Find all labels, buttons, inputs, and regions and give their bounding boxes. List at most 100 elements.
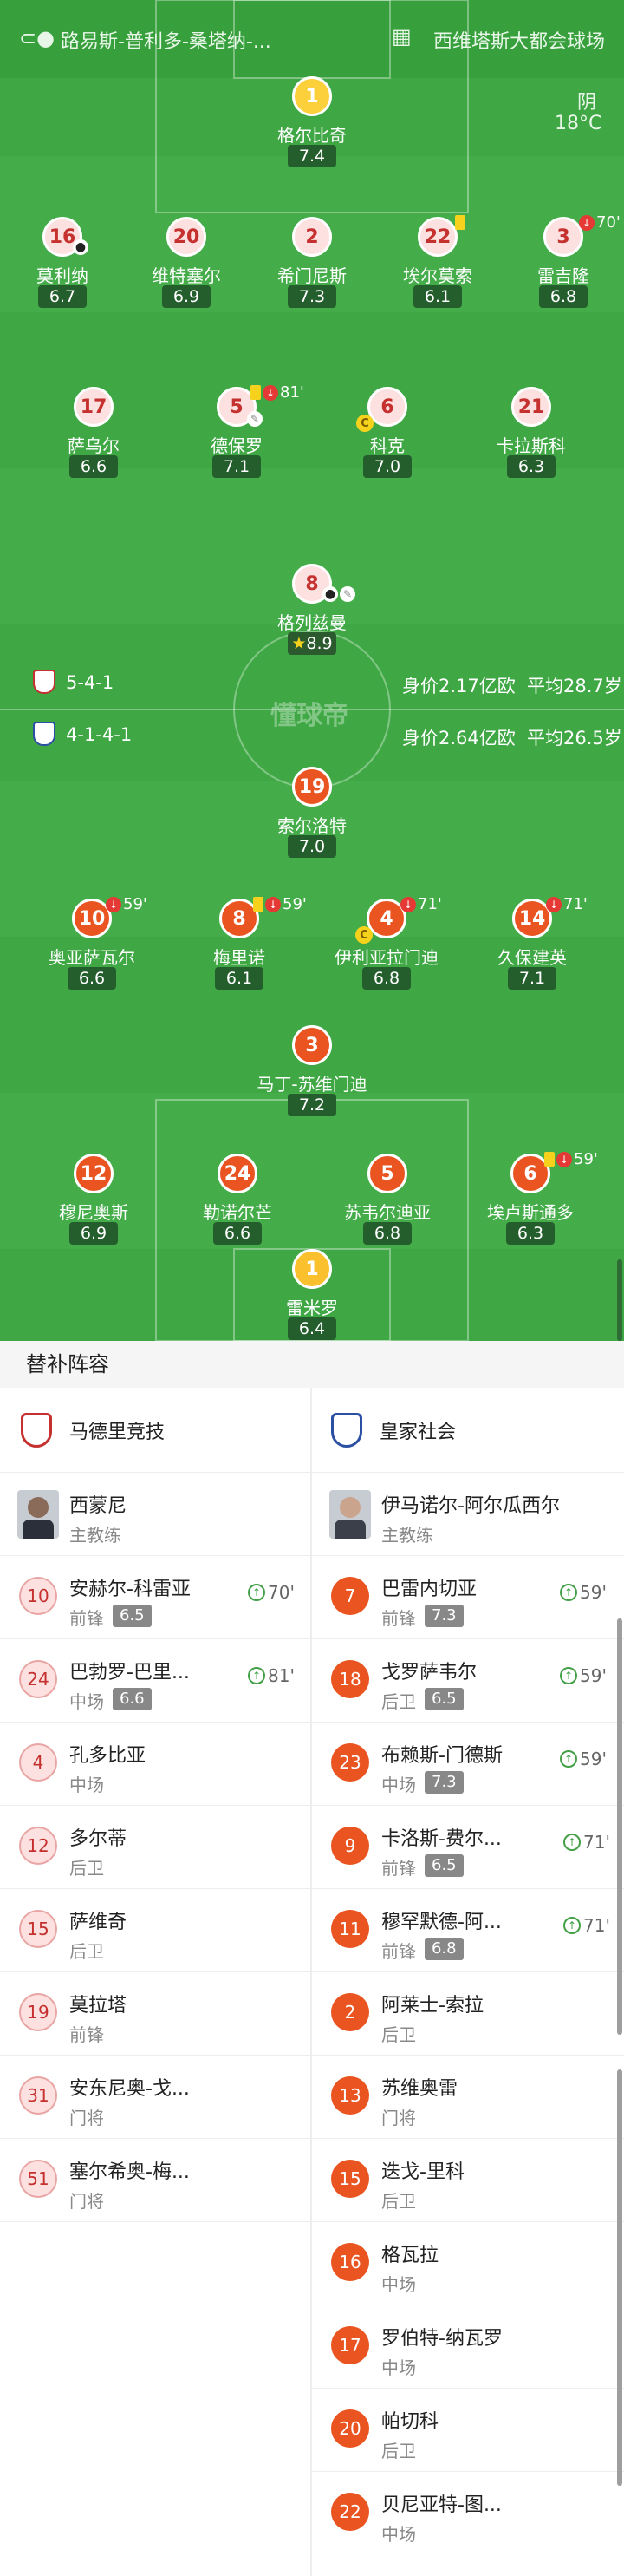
- home-sub-row[interactable]: 10 安赫尔-科雷亚 前锋 6.5 ↑ 70': [0, 1556, 310, 1639]
- away-sub-row[interactable]: 9 卡洛斯-费尔... 前锋 6.5 ↑ 71': [312, 1806, 624, 1889]
- bench-scrollbar-lower[interactable]: [617, 2069, 622, 2486]
- jersey-number: 16: [331, 2243, 369, 2281]
- home-player-2[interactable]: 2 希门尼斯 7.3: [243, 217, 381, 321]
- away-player-5[interactable]: 5 苏韦尔迪亚 6.8: [318, 1154, 457, 1258]
- jersey-number: 4: [19, 1743, 57, 1782]
- away-player-4[interactable]: 4 ↓ 71' C 伊利亚拉门迪 6.8: [317, 895, 456, 1003]
- jersey-number: 17: [331, 2326, 369, 2364]
- player-rating: 6.3: [507, 455, 556, 478]
- home-player-5[interactable]: 5 ↓ 81' ✎ 德保罗 7.1: [167, 383, 306, 491]
- sub-rating: 6.6: [113, 1688, 152, 1710]
- home-sub-row[interactable]: 19 莫拉塔 前锋: [0, 1972, 310, 2056]
- player-rating: 6.9: [69, 1222, 118, 1245]
- watermark: 懂球帝: [270, 701, 348, 731]
- player-name: 维特塞尔: [152, 265, 221, 286]
- home-value: 身价2.17亿欧: [402, 676, 516, 696]
- home-player-8[interactable]: 8 ● ✎ 格列兹曼 ★8.9: [243, 564, 381, 668]
- away-player-6[interactable]: 6 ↓ 59' 埃卢斯通多 6.3: [461, 1150, 600, 1258]
- away-sub-row[interactable]: 22 贝尼亚特-图... 中场: [312, 2472, 624, 2555]
- sub-in-icon: ↑: [560, 1750, 577, 1768]
- away-sub-row[interactable]: 16 格瓦拉 中场: [312, 2222, 624, 2305]
- home-sub-row[interactable]: 51 塞尔希奥-梅... 门将: [0, 2139, 310, 2222]
- coach-role: 主教练: [69, 1525, 121, 1546]
- home-formation: 5-4-1: [66, 672, 114, 693]
- player-name: 梅里诺: [213, 947, 265, 968]
- sub-time: 59': [580, 1582, 607, 1603]
- away-player-24[interactable]: 24 勒诺尔芒 6.6: [168, 1154, 307, 1258]
- sub-rating: 7.3: [425, 1771, 464, 1794]
- away-sub-row[interactable]: 17 罗伯特-纳瓦罗 中场: [312, 2305, 624, 2389]
- sub-time: 59': [580, 1749, 607, 1769]
- away-sub-row[interactable]: 18 戈罗萨韦尔 后卫 6.5 ↑ 59': [312, 1639, 624, 1723]
- away-coach-row[interactable]: 伊马诺尔-阿尔瓜西尔 主教练: [312, 1473, 624, 1556]
- away-sub-row[interactable]: 2 阿莱士-索拉 后卫: [312, 1972, 624, 2056]
- star-icon: ★: [291, 634, 307, 653]
- captain-icon: C: [356, 415, 374, 432]
- yellow-card-icon: [250, 385, 261, 400]
- lineup-pitch: ⊂● 路易斯-普利多-桑塔纳-... ▦ 西维塔斯大都会球场 阴 18°C 懂球…: [0, 0, 624, 1341]
- jersey-number: 22: [418, 217, 458, 257]
- bench-scrollbar[interactable]: [617, 1618, 622, 2035]
- home-player-16[interactable]: 16 ● 莫利纳 6.7: [0, 217, 132, 321]
- jersey-number: 19: [292, 767, 332, 807]
- sub-position: 门将: [69, 2191, 104, 2212]
- away-sub-row[interactable]: 7 巴雷内切亚 前锋 7.3 ↑ 59': [312, 1556, 624, 1639]
- player-rating: 7.0: [363, 455, 412, 478]
- away-player-10[interactable]: 10 ↓ 59' 奥亚萨瓦尔 6.6: [23, 895, 161, 1003]
- player-rating: 6.6: [213, 1222, 262, 1245]
- jersey-number: 10: [19, 1577, 57, 1615]
- home-player-20[interactable]: 20 维特塞尔 6.9: [117, 217, 256, 321]
- away-sub-row[interactable]: 20 帕切科 后卫: [312, 2389, 624, 2472]
- jersey-number: 3: [543, 217, 583, 257]
- away-player-1[interactable]: 1 雷米罗 6.4: [243, 1249, 381, 1341]
- away-player-8[interactable]: 8 ↓ 59' 梅里诺 6.1: [170, 895, 309, 1003]
- player-rating: 6.3: [506, 1222, 555, 1245]
- home-player-3[interactable]: 3 ↓ 70' 雷吉隆 6.8: [494, 213, 624, 321]
- temperature: 18°C: [555, 113, 602, 134]
- sub-name: 穆罕默德-阿...: [381, 1912, 502, 1933]
- home-sub-row[interactable]: 12 多尔蒂 后卫: [0, 1806, 310, 1889]
- jersey-number: 17: [74, 387, 114, 427]
- home-coach-row[interactable]: 西蒙尼 主教练: [0, 1473, 310, 1556]
- sub-out-icon: ↓: [265, 896, 281, 912]
- away-sub-row[interactable]: 15 迭戈-里科 后卫: [312, 2139, 624, 2222]
- away-player-14[interactable]: 14 ↓ 71' 久保建英 7.1: [463, 895, 601, 1003]
- goal-ball-icon: ●: [73, 239, 88, 255]
- home-sub-row[interactable]: 31 安东尼奥-戈... 门将: [0, 2056, 310, 2139]
- sub-name: 格瓦拉: [381, 2245, 439, 2266]
- home-sub-row[interactable]: 24 巴勃罗-巴里... 中场 6.6 ↑ 81': [0, 1639, 310, 1723]
- jersey-number: 22: [331, 2493, 369, 2531]
- home-team-name: 马德里竞技: [69, 1421, 166, 1443]
- yellow-card-icon: [253, 897, 263, 912]
- home-sub-row[interactable]: 4 孔多比亚 中场: [0, 1723, 310, 1806]
- player-rating: 6.8: [363, 1222, 412, 1245]
- player-rating: 6.6: [68, 967, 116, 990]
- jersey-number: 20: [331, 2409, 369, 2448]
- away-player-19[interactable]: 19 索尔洛特 7.0: [243, 767, 381, 871]
- jersey-number: 23: [331, 1743, 369, 1782]
- pitch-lines: [0, 0, 624, 1341]
- player-rating: 6.9: [162, 285, 211, 308]
- sub-in-icon: ↑: [563, 1917, 581, 1934]
- sub-out-icon: ↓: [106, 896, 121, 912]
- away-sub-row[interactable]: 11 穆罕默德-阿... 前锋 6.8 ↑ 71': [312, 1889, 624, 1972]
- home-sub-row[interactable]: 15 萨维奇 后卫: [0, 1889, 310, 1972]
- sub-name: 卡洛斯-费尔...: [381, 1828, 502, 1850]
- home-player-6[interactable]: 6 C 科克 7.0: [318, 387, 457, 491]
- sub-out-icon: ↓: [400, 896, 416, 912]
- away-sub-row[interactable]: 13 苏维奥雷 门将: [312, 2056, 624, 2139]
- away-player-12[interactable]: 12 穆尼奥斯 6.9: [24, 1154, 163, 1258]
- sub-name: 巴雷内切亚: [381, 1579, 478, 1600]
- away-sub-row[interactable]: 23 布赖斯-门德斯 中场 7.3 ↑ 59': [312, 1723, 624, 1806]
- away-player-3[interactable]: 3 马丁-苏维门迪 7.2: [243, 1025, 381, 1129]
- home-player-21[interactable]: 21 卡拉斯科 6.3: [462, 387, 601, 491]
- home-player-1[interactable]: 1 格尔比奇 7.4: [243, 76, 381, 180]
- home-player-17[interactable]: 17 萨乌尔 6.6: [24, 387, 163, 491]
- sub-position: 中场: [381, 2524, 416, 2545]
- jersey-number: 51: [19, 2160, 57, 2198]
- yellow-card-icon: [455, 215, 465, 230]
- yellow-card-icon: [544, 1152, 555, 1167]
- home-player-22[interactable]: 22 埃尔莫索 6.1: [368, 215, 507, 321]
- pitch-scrollbar[interactable]: [617, 1259, 622, 1341]
- sub-position: 中场: [69, 1775, 104, 1795]
